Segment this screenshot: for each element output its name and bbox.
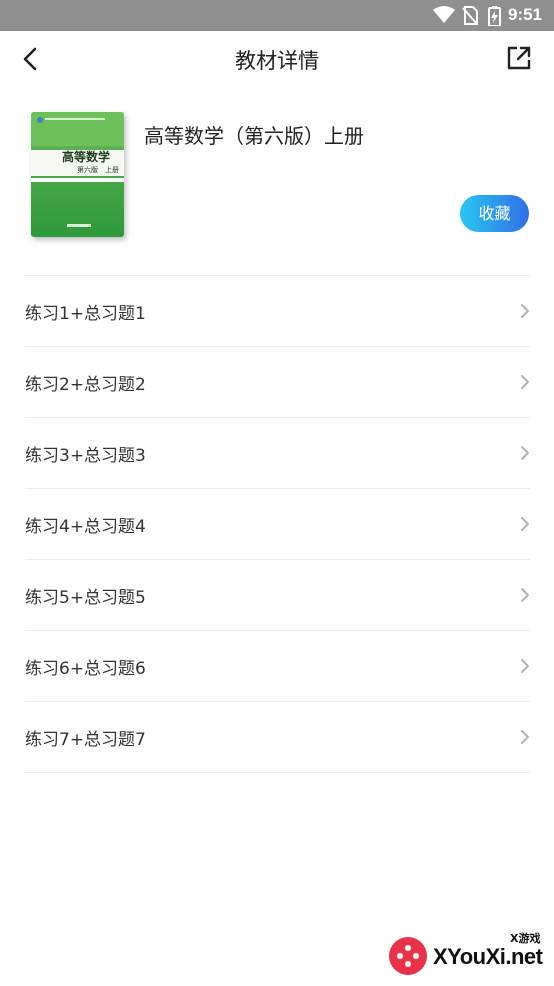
chevron-right-icon: [521, 517, 529, 531]
external-link-icon[interactable]: [506, 45, 532, 71]
chapter-label: 练习2+总习题2: [25, 375, 146, 395]
chevron-right-icon: [521, 659, 529, 673]
gamepad-logo-icon: [389, 937, 427, 975]
book-title: 高等数学（第六版）上册: [144, 124, 364, 148]
top-navigation-bar: 教材详情: [0, 31, 554, 87]
wifi-icon: [433, 6, 455, 23]
chapter-label: 练习4+总习题4: [25, 517, 146, 537]
chevron-right-icon: [521, 375, 529, 389]
chapter-item[interactable]: 练习1+总习题1: [25, 276, 530, 347]
chapter-item[interactable]: 练习7+总习题7: [25, 702, 530, 773]
no-sim-icon: [462, 6, 478, 25]
chevron-right-icon: [521, 730, 529, 744]
chapter-label: 练习3+总习题3: [25, 446, 146, 466]
watermark-brand: XYouXi.net: [433, 944, 543, 969]
chevron-right-icon: [521, 588, 529, 602]
cover-series-line: [45, 118, 105, 120]
site-watermark: X游戏 XYouXi.net: [380, 930, 550, 982]
status-bar: 9:51: [0, 0, 554, 31]
cover-publisher-mark: [67, 224, 91, 227]
chapter-label: 练习5+总习题5: [25, 588, 146, 608]
chevron-right-icon: [521, 446, 529, 460]
chapter-list: 练习1+总习题1 练习2+总习题2 练习3+总习题3 练习4+总习题4 练习5+…: [25, 275, 530, 773]
chapter-item[interactable]: 练习6+总习题6: [25, 631, 530, 702]
cover-subtitle: 第六版 上册: [77, 166, 119, 174]
publisher-logo-icon: [37, 117, 43, 123]
chapter-item[interactable]: 练习4+总习题4: [25, 489, 530, 560]
chapter-label: 练习6+总习题6: [25, 659, 146, 679]
cover-title-stripe: [31, 178, 124, 182]
chapter-item[interactable]: 练习2+总习题2: [25, 347, 530, 418]
favorite-button[interactable]: 收藏: [460, 195, 529, 232]
chapter-label: 练习7+总习题7: [25, 730, 146, 750]
page-title: 教材详情: [235, 49, 319, 73]
book-cover-image: 高等数学 第六版 上册: [31, 112, 124, 237]
book-header: 高等数学 第六版 上册 高等数学（第六版）上册 收藏: [0, 100, 554, 260]
battery-charging-icon: [488, 6, 501, 26]
chevron-right-icon: [521, 304, 529, 318]
chapter-item[interactable]: 练习3+总习题3: [25, 418, 530, 489]
cover-title: 高等数学: [62, 150, 111, 164]
chapter-item[interactable]: 练习5+总习题5: [25, 560, 530, 631]
status-time: 9:51: [507, 5, 542, 24]
chapter-label: 练习1+总习题1: [25, 304, 146, 324]
